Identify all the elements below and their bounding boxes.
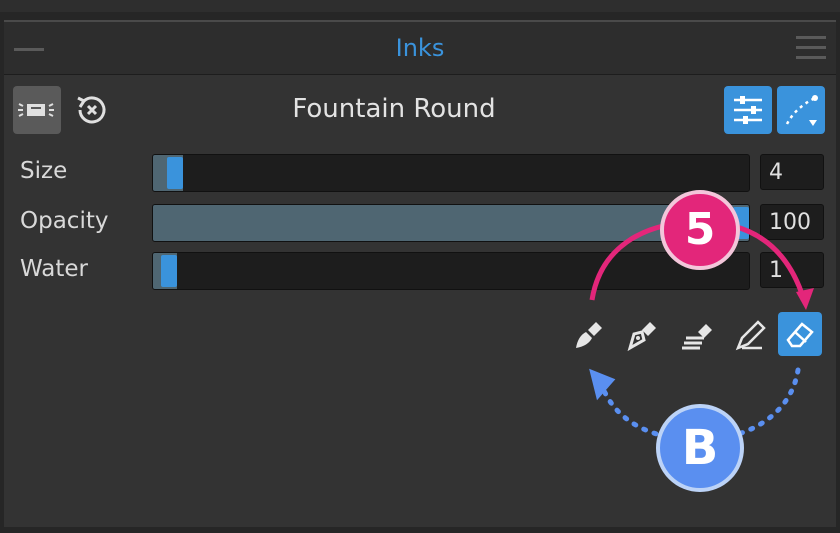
shortcut-badge: B <box>656 404 744 492</box>
step-badge: 5 <box>660 190 740 270</box>
